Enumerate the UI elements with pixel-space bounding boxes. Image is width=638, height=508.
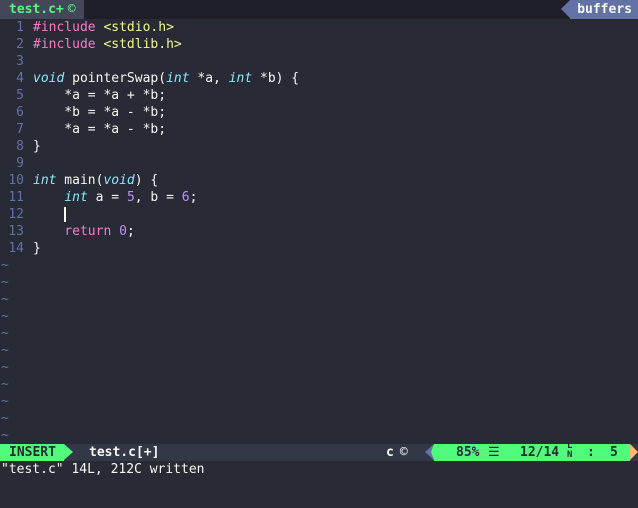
code-token: *b) { — [252, 71, 300, 86]
code-token: void — [33, 71, 65, 86]
code-line[interactable]: 8} — [0, 138, 638, 155]
line-number: 4 — [16, 71, 24, 86]
code-token: a = — [87, 190, 127, 205]
code-line[interactable]: 3 — [0, 53, 638, 70]
c-file-icon: © — [67, 2, 76, 17]
code-token: int — [228, 71, 253, 86]
status-filename: test.c[+] — [89, 445, 160, 460]
code-token: *b = *a - *b; — [33, 105, 167, 120]
code-token: <stdio.h> — [103, 20, 174, 35]
c-file-icon: © — [399, 445, 408, 460]
empty-line-filler: ~ — [1, 275, 9, 290]
line-number-icon: LN — [567, 441, 573, 460]
code-line[interactable]: 2 #include <stdlib.h> — [0, 36, 638, 53]
line-number: 2 — [16, 37, 24, 52]
code-line[interactable]: 12 — [0, 206, 638, 223]
status-filetype: c © — [386, 444, 408, 461]
code-token: *a, — [189, 71, 229, 86]
tab-test-c[interactable]: test.c+ © — [0, 0, 84, 19]
line-number: 3 — [16, 54, 24, 69]
lines-icon: ☰ — [488, 445, 500, 460]
code-line[interactable]: 14} — [0, 240, 638, 257]
filetype-label: c — [386, 445, 394, 460]
code-token: 5 — [126, 190, 135, 205]
empty-line-filler: ~ — [1, 309, 9, 324]
line-number: 7 — [16, 122, 24, 137]
code-token: pointerSwap( — [64, 71, 167, 86]
code-token: #include — [33, 37, 96, 52]
status-separator-right — [630, 444, 638, 460]
code-token: int — [166, 71, 190, 86]
code-line[interactable]: 13 return 0; — [0, 223, 638, 240]
code-token: ) { — [134, 173, 159, 188]
code-line[interactable]: 7 *a = *a - *b; — [0, 121, 638, 138]
code-line[interactable]: 9 — [0, 155, 638, 172]
status-column: 5 — [610, 445, 618, 460]
code-line[interactable]: 1 #include <stdio.h> — [0, 19, 638, 36]
tabline: test.c+ © buffers — [0, 0, 638, 19]
status-colon: : — [587, 445, 595, 460]
code-line[interactable]: 6 *b = *a - *b; — [0, 104, 638, 121]
empty-line-filler: ~ — [1, 292, 9, 307]
statusline: INSERT test.c[+] c © 85% ☰ 12/14 LN : 5 — [0, 441, 638, 461]
code-token: ; — [126, 224, 135, 239]
line-number: 12 — [8, 207, 24, 222]
code-line[interactable]: 5 *a = *a + *b; — [0, 87, 638, 104]
empty-line-filler: ~ — [1, 343, 9, 358]
line-number: 1 — [16, 20, 24, 35]
empty-line-filler: ~ — [1, 428, 9, 443]
line-number: 9 — [16, 156, 24, 171]
empty-line-filler: ~ — [1, 411, 9, 426]
line-number: 5 — [16, 88, 24, 103]
status-percent: 85% — [456, 445, 480, 460]
code-line[interactable]: 4 void pointerSwap(int *a, int *b) { — [0, 70, 638, 87]
code-token: main( — [56, 173, 104, 188]
code-line[interactable]: 11 int a = 5, b = 6; — [0, 189, 638, 206]
code-line[interactable]: 10 int main(void) { — [0, 172, 638, 189]
empty-line-filler: ~ — [1, 258, 9, 273]
command-line-message[interactable]: "test.c" 14L, 212C written — [0, 461, 638, 478]
code-token: *a = *a - *b; — [33, 122, 167, 137]
code-token: return — [64, 224, 112, 239]
empty-line-filler: ~ — [1, 377, 9, 392]
text-cursor — [64, 207, 66, 222]
empty-line-filler: ~ — [1, 326, 9, 341]
code-token: } — [33, 139, 41, 154]
line-number: 11 — [8, 190, 24, 205]
line-number: 8 — [16, 139, 24, 154]
status-line-position: 12/14 — [520, 445, 560, 460]
line-number: 10 — [8, 173, 24, 188]
line-number: 6 — [16, 105, 24, 120]
line-number: 14 — [8, 241, 24, 256]
editor-buffer[interactable]: 1 #include <stdio.h> 2 #include <stdlib.h> 3… — [0, 19, 638, 444]
code-token: int — [33, 173, 57, 188]
status-position: 85% ☰ 12/14 LN : 5 — [431, 441, 630, 461]
empty-line-filler: ~ — [1, 394, 9, 409]
code-token: *a = *a + *b; — [33, 88, 167, 103]
code-token: , b = — [134, 190, 182, 205]
code-token: int — [64, 190, 88, 205]
code-token: } — [33, 241, 41, 256]
code-token: #include — [33, 20, 96, 35]
line-number: 13 — [8, 224, 24, 239]
mode-indicator: INSERT — [0, 444, 73, 461]
code-token: void — [103, 173, 135, 188]
tab-label: test.c+ — [9, 2, 64, 17]
buffers-label[interactable]: buffers — [561, 0, 638, 19]
empty-line-filler: ~ — [1, 360, 9, 375]
code-token: 0 — [119, 224, 127, 239]
code-token: ; — [189, 190, 198, 205]
code-token: 6 — [181, 190, 190, 205]
code-token: <stdlib.h> — [103, 37, 182, 52]
